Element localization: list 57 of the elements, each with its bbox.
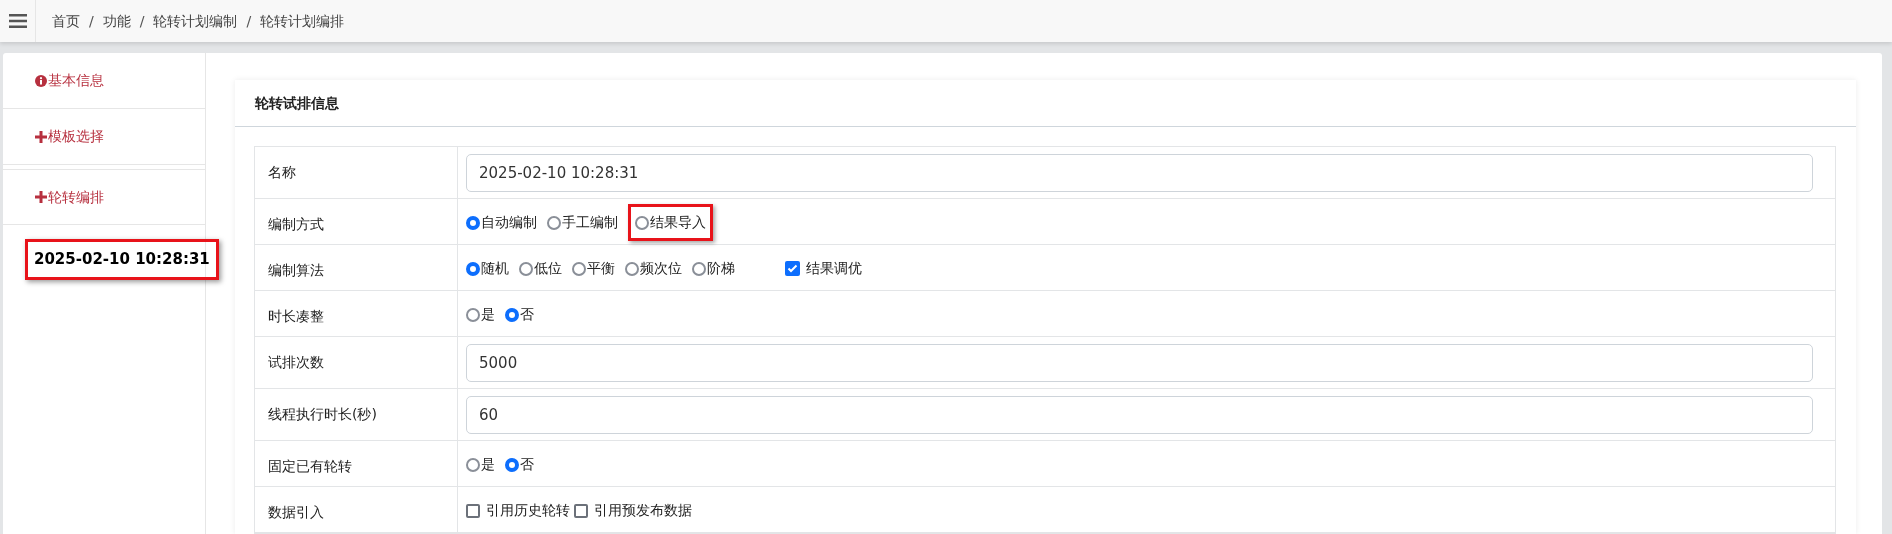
sidebar-item[interactable]: 轮转编排 xyxy=(3,169,205,225)
checkbox[interactable] xyxy=(785,261,800,276)
field-label: 试排次数 xyxy=(268,354,324,370)
radio-label: 结果导入 xyxy=(650,213,706,232)
sidebar-item[interactable]: 模板选择 xyxy=(3,109,205,165)
radio-button[interactable] xyxy=(572,261,586,276)
field-label: 线程执行时长(秒) xyxy=(268,406,377,422)
text-field[interactable]: 2025-02-10 10:28:31 xyxy=(466,153,1813,192)
radio-label: 阶梯 xyxy=(707,259,735,278)
radio-label: 频次位 xyxy=(640,259,682,278)
radio-button[interactable] xyxy=(505,457,519,472)
field-label: 固定已有轮转 xyxy=(268,458,352,474)
sidebar-item[interactable]: 基本信息 xyxy=(3,53,205,109)
breadcrumb-item[interactable]: 功能 xyxy=(102,10,131,32)
radio-button[interactable] xyxy=(692,261,706,276)
info-icon xyxy=(35,74,47,87)
radio-button[interactable] xyxy=(466,215,480,230)
plus-icon xyxy=(35,130,47,143)
checkbox-label: 引用预发布数据 xyxy=(594,501,692,520)
menu-icon[interactable] xyxy=(8,14,27,28)
checkbox-label: 引用历史轮转 xyxy=(486,501,570,520)
radio-button[interactable] xyxy=(466,307,480,322)
radio-button[interactable] xyxy=(547,215,561,230)
radio-label: 否 xyxy=(520,455,534,474)
radio-label: 自动编制 xyxy=(481,213,537,232)
breadcrumb-separator: / xyxy=(139,11,145,31)
radio-label: 平衡 xyxy=(587,259,615,278)
checkbox[interactable] xyxy=(466,503,480,518)
radio-label: 手工编制 xyxy=(562,213,618,232)
radio-label: 是 xyxy=(481,305,495,324)
breadcrumb-item[interactable]: 轮转计划编排 xyxy=(260,10,345,32)
radio-label: 随机 xyxy=(481,259,509,278)
checkbox[interactable] xyxy=(574,503,588,518)
text-field[interactable]: 60 xyxy=(466,395,1813,434)
radio-label: 是 xyxy=(481,455,495,474)
checkbox-label: 结果调优 xyxy=(806,259,862,278)
field-label: 编制方式 xyxy=(268,216,324,232)
card-title: 轮转试排信息 xyxy=(255,93,339,113)
plus-icon xyxy=(35,191,47,203)
radio-label: 低位 xyxy=(534,259,562,278)
field-label: 时长凑整 xyxy=(268,308,324,324)
radio-button[interactable] xyxy=(519,261,533,276)
breadcrumb-item[interactable]: 首页 xyxy=(52,10,80,32)
radio-button[interactable] xyxy=(635,215,649,230)
breadcrumb-item[interactable]: 轮转计划编制 xyxy=(153,10,238,32)
breadcrumb-separator: / xyxy=(89,11,94,31)
radio-label: 否 xyxy=(520,305,534,324)
radio-button[interactable] xyxy=(466,261,480,276)
field-label: 编制算法 xyxy=(268,262,324,278)
radio-button[interactable] xyxy=(466,457,480,472)
breadcrumb-separator: / xyxy=(246,11,252,31)
sidebar-date: 2025-02-10 10:28:31 xyxy=(34,249,210,270)
field-label: 数据引入 xyxy=(268,504,324,520)
text-field[interactable]: 5000 xyxy=(466,343,1813,382)
radio-button[interactable] xyxy=(505,307,519,322)
field-label: 名称 xyxy=(268,164,296,180)
radio-button[interactable] xyxy=(625,261,639,276)
